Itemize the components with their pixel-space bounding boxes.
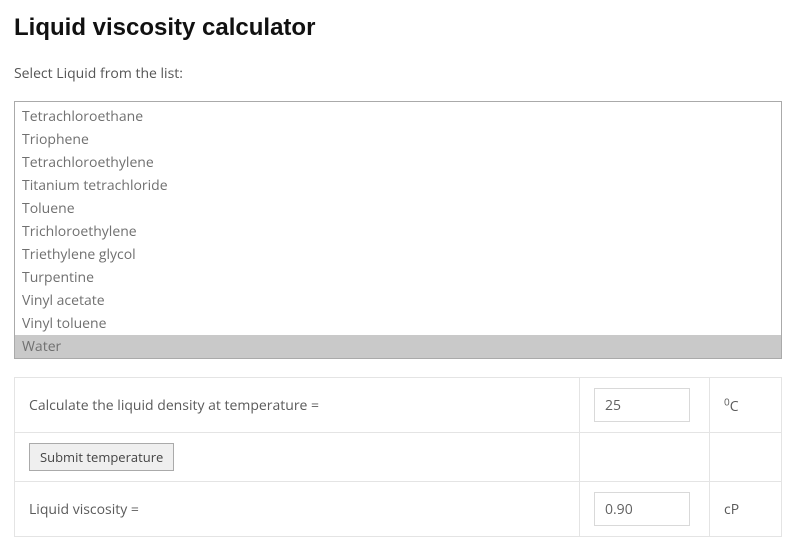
calc-table: Calculate the liquid density at temperat… — [14, 377, 782, 537]
result-unit: cP — [710, 482, 782, 537]
submit-empty-unit-cell — [710, 433, 782, 482]
liquid-option[interactable]: Turpentine — [15, 266, 781, 289]
select-liquid-prompt: Select Liquid from the list: — [14, 64, 782, 83]
temperature-input[interactable] — [594, 388, 690, 422]
temp-input-cell — [580, 378, 710, 433]
liquid-option[interactable]: Tetrachloroethylene — [15, 151, 781, 174]
degree-celsius-unit: 0C — [724, 397, 739, 416]
submit-empty-input-cell — [580, 433, 710, 482]
liquid-option[interactable]: Vinyl acetate — [15, 289, 781, 312]
liquid-listbox[interactable]: Sulphuric acid (98%)Sulphuric acid (60%)… — [15, 102, 781, 358]
liquid-option[interactable]: Water — [15, 335, 781, 358]
liquid-option[interactable]: Trichloroethylene — [15, 220, 781, 243]
liquid-option[interactable]: Titanium tetrachloride — [15, 174, 781, 197]
liquid-option[interactable]: Vinyl toluene — [15, 312, 781, 335]
result-input-cell — [580, 482, 710, 537]
liquid-option[interactable]: Tetrachloroethane — [15, 105, 781, 128]
temp-label: Calculate the liquid density at temperat… — [15, 378, 580, 433]
result-row: Liquid viscosity = cP — [15, 482, 782, 537]
submit-temperature-button[interactable]: Submit temperature — [29, 443, 174, 471]
submit-row: Submit temperature — [15, 433, 782, 482]
temp-unit: 0C — [710, 378, 782, 433]
liquid-option[interactable]: Triethylene glycol — [15, 243, 781, 266]
viscosity-output[interactable] — [594, 492, 690, 526]
liquid-option[interactable]: Toluene — [15, 197, 781, 220]
submit-cell: Submit temperature — [15, 433, 580, 482]
result-label: Liquid viscosity = — [15, 482, 580, 537]
temp-row: Calculate the liquid density at temperat… — [15, 378, 782, 433]
liquid-option[interactable]: Triophene — [15, 128, 781, 151]
page-title: Liquid viscosity calculator — [14, 14, 782, 42]
liquid-listbox-container: Sulphuric acid (98%)Sulphuric acid (60%)… — [14, 101, 782, 359]
